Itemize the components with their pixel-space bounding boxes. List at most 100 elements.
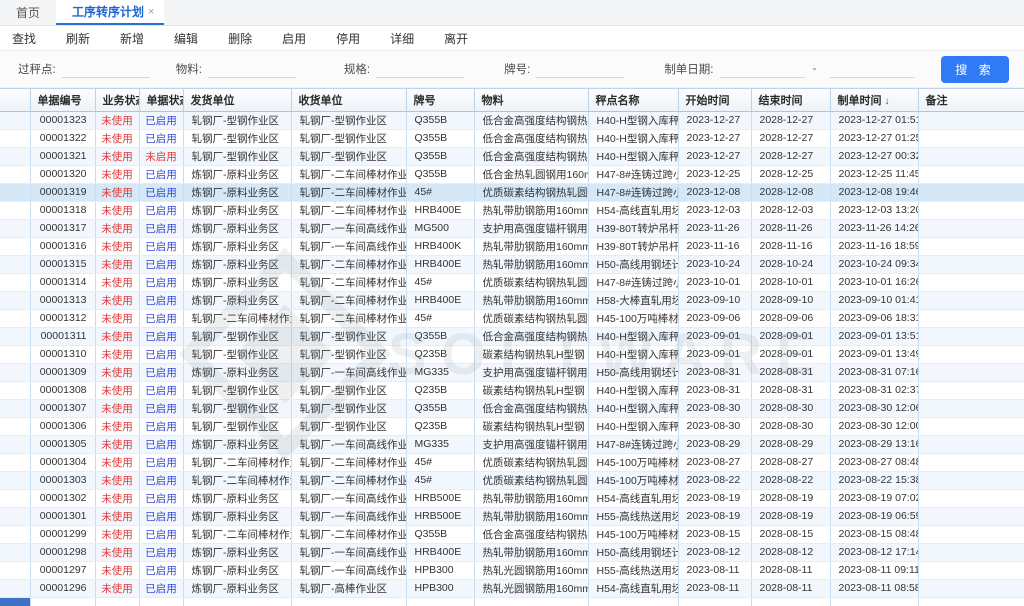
row-selector-cell[interactable] xyxy=(0,345,30,363)
toolbar-button-5[interactable]: 启用 xyxy=(282,30,306,47)
cell-material: 热轧带肋钢筋用160mm方坯 xyxy=(474,237,588,255)
table-row[interactable]: 00001320未使用已启用炼钢厂-原料业务区轧钢厂-二车间棒材作业区Q355B… xyxy=(0,165,1024,183)
table-row[interactable]: 00001317未使用已启用炼钢厂-原料业务区轧钢厂-一车间高线作业区MG500… xyxy=(0,219,1024,237)
row-selector-cell[interactable] xyxy=(0,111,30,129)
table-row[interactable]: 00001301未使用已启用炼钢厂-原料业务区轧钢厂-一车间高线作业区HRB50… xyxy=(0,507,1024,525)
row-selector-cell[interactable] xyxy=(0,219,30,237)
row-selector-cell[interactable] xyxy=(0,291,30,309)
table-row[interactable]: 00001319未使用已启用炼钢厂-原料业务区轧钢厂-二车间棒材作业区45#优质… xyxy=(0,183,1024,201)
table-row[interactable]: 00001302未使用已启用炼钢厂-原料业务区轧钢厂-一车间高线作业区HRB50… xyxy=(0,489,1024,507)
column-header-grade[interactable]: 牌号 xyxy=(406,89,474,111)
cell-material: 低合金高强度结构钢热轧H xyxy=(474,129,588,147)
table-row[interactable]: 00001299未使用已启用轧钢厂-二车间棒材作业区轧钢厂-二车间棒材作业区Q3… xyxy=(0,525,1024,543)
table-row[interactable]: 00001309未使用已启用炼钢厂-原料业务区轧钢厂-一车间高线作业区MG335… xyxy=(0,363,1024,381)
table-row[interactable]: 00001316未使用已启用炼钢厂-原料业务区轧钢厂-一车间高线作业区HRB40… xyxy=(0,237,1024,255)
table-row[interactable]: 00001304未使用已启用轧钢厂-二车间棒材作业区轧钢厂-二车间棒材作业区45… xyxy=(0,453,1024,471)
order-date-to-input[interactable] xyxy=(830,61,915,78)
tab-home[interactable]: 首页 xyxy=(0,0,56,25)
toolbar-button-6[interactable]: 停用 xyxy=(336,30,360,47)
cell-end: 2028-12-27 xyxy=(751,147,830,165)
cell-material: 低合金高强度结构钢热轧H xyxy=(474,147,588,165)
cell-id: 00001313 xyxy=(30,291,95,309)
table-row[interactable]: 00001296未使用已启用炼钢厂-原料业务区轧钢厂-高棒作业区HPB300热轧… xyxy=(0,579,1024,597)
table-row[interactable]: 00001312未使用已启用轧钢厂-二车间棒材作业区轧钢厂-二车间棒材作业区45… xyxy=(0,309,1024,327)
grade-input[interactable] xyxy=(536,61,624,78)
row-selector-cell[interactable] xyxy=(0,165,30,183)
cell-start: 2023-08-29 xyxy=(678,435,751,453)
cell-id: 00001316 xyxy=(30,237,95,255)
material-input[interactable] xyxy=(208,61,296,78)
cell-id: 00001306 xyxy=(30,417,95,435)
table-row[interactable]: 00001308未使用已启用轧钢厂-型钢作业区轧钢厂-型钢作业区Q235B碳素结… xyxy=(0,381,1024,399)
table-row[interactable]: 00001313未使用已启用炼钢厂-原料业务区轧钢厂-二车间棒材作业区HRB40… xyxy=(0,291,1024,309)
cell-note xyxy=(918,363,1024,381)
cell-end: 2028-09-06 xyxy=(751,309,830,327)
column-header-doc[interactable]: 单据状态 xyxy=(139,89,183,111)
column-header-material[interactable]: 物料 xyxy=(474,89,588,111)
table-row[interactable]: 00001310未使用已启用轧钢厂-型钢作业区轧钢厂-型钢作业区Q235B碳素结… xyxy=(0,345,1024,363)
row-selector-cell[interactable] xyxy=(0,507,30,525)
row-selector-cell[interactable] xyxy=(0,363,30,381)
table-row[interactable]: 00001322未使用已启用轧钢厂-型钢作业区轧钢厂-型钢作业区Q355B低合金… xyxy=(0,129,1024,147)
table-row[interactable]: 00001306未使用已启用轧钢厂-型钢作业区轧钢厂-型钢作业区Q235B碳素结… xyxy=(0,417,1024,435)
row-selector-cell[interactable] xyxy=(0,129,30,147)
column-header-scale[interactable]: 秤点名称 xyxy=(588,89,678,111)
table-row[interactable]: 00001321未使用未启用轧钢厂-型钢作业区轧钢厂-型钢作业区Q355B低合金… xyxy=(0,147,1024,165)
row-selector-cell[interactable] xyxy=(0,147,30,165)
table-row[interactable]: 00001314未使用已启用炼钢厂-原料业务区轧钢厂-二车间棒材作业区45#优质… xyxy=(0,273,1024,291)
table-row[interactable]: 00001305未使用已启用炼钢厂-原料业务区轧钢厂-一车间高线作业区MG335… xyxy=(0,435,1024,453)
tab-process-transfer-plan[interactable]: 工序转序计划 × xyxy=(56,0,164,25)
row-selector-cell[interactable] xyxy=(0,471,30,489)
table-row[interactable]: 00001323未使用已启用轧钢厂-型钢作业区轧钢厂-型钢作业区Q355B低合金… xyxy=(0,111,1024,129)
row-selector-cell[interactable] xyxy=(0,237,30,255)
cell-id: 00001310 xyxy=(30,345,95,363)
row-selector-cell[interactable] xyxy=(0,381,30,399)
cell-created: 2023-08-11 08:58 xyxy=(830,579,918,597)
weigh-point-input[interactable] xyxy=(62,61,150,78)
cell-note xyxy=(918,453,1024,471)
search-button[interactable]: 搜 索 xyxy=(941,56,1008,83)
row-selector-cell[interactable] xyxy=(0,399,30,417)
toolbar-button-2[interactable]: 新增 xyxy=(120,30,144,47)
cell-scale: H40-H型钢入库秤 xyxy=(588,417,678,435)
column-header-created[interactable]: 制单时间↓ xyxy=(830,89,918,111)
row-selector-cell[interactable] xyxy=(0,273,30,291)
table-row[interactable]: 00001318未使用已启用炼钢厂-原料业务区轧钢厂-二车间棒材作业区HRB40… xyxy=(0,201,1024,219)
table-row[interactable]: 00001315未使用已启用炼钢厂-原料业务区轧钢厂-二车间棒材作业区HRB40… xyxy=(0,255,1024,273)
table-row[interactable]: 00001303未使用已启用轧钢厂-二车间棒材作业区轧钢厂-二车间棒材作业区45… xyxy=(0,471,1024,489)
row-selector-cell[interactable] xyxy=(0,561,30,579)
column-header-id[interactable]: 单据编号 xyxy=(30,89,95,111)
row-selector-cell[interactable] xyxy=(0,435,30,453)
table-row[interactable]: 00001297未使用已启用炼钢厂-原料业务区轧钢厂-一车间高线作业区HPB30… xyxy=(0,561,1024,579)
toolbar-button-3[interactable]: 编辑 xyxy=(174,30,198,47)
row-selector-cell[interactable] xyxy=(0,525,30,543)
row-selector-cell[interactable] xyxy=(0,183,30,201)
row-selector-cell[interactable] xyxy=(0,543,30,561)
table-row[interactable]: 00001307未使用已启用轧钢厂-型钢作业区轧钢厂-型钢作业区Q355B低合金… xyxy=(0,399,1024,417)
row-selector-cell[interactable] xyxy=(0,255,30,273)
column-header-from[interactable]: 发货单位 xyxy=(183,89,291,111)
toolbar-button-1[interactable]: 刷新 xyxy=(66,30,90,47)
row-selector-cell[interactable] xyxy=(0,327,30,345)
toolbar-button-7[interactable]: 详细 xyxy=(390,30,414,47)
row-selector-cell[interactable] xyxy=(0,417,30,435)
toolbar-button-4[interactable]: 删除 xyxy=(228,30,252,47)
column-header-note[interactable]: 备注 xyxy=(918,89,1024,111)
table-row[interactable]: 00001311未使用已启用轧钢厂-型钢作业区轧钢厂-型钢作业区Q355B低合金… xyxy=(0,327,1024,345)
toolbar-button-0[interactable]: 查找 xyxy=(12,30,36,47)
toolbar-button-8[interactable]: 离开 xyxy=(444,30,468,47)
column-header-biz[interactable]: 业务状态 xyxy=(95,89,139,111)
close-icon[interactable]: × xyxy=(148,6,154,18)
row-selector-cell[interactable] xyxy=(0,453,30,471)
row-selector-cell[interactable] xyxy=(0,489,30,507)
table-row[interactable]: 00001298未使用已启用炼钢厂-原料业务区轧钢厂-一车间高线作业区HRB40… xyxy=(0,543,1024,561)
cell-doc: 已启用 xyxy=(139,417,183,435)
row-selector-cell[interactable] xyxy=(0,201,30,219)
column-header-to[interactable]: 收货单位 xyxy=(291,89,406,111)
column-header-start[interactable]: 开始时间 xyxy=(678,89,751,111)
column-header-end[interactable]: 结束时间 xyxy=(751,89,830,111)
spec-input[interactable] xyxy=(376,61,464,78)
row-selector-cell[interactable] xyxy=(0,309,30,327)
order-date-from-input[interactable] xyxy=(720,61,805,78)
row-selector-cell[interactable] xyxy=(0,579,30,597)
